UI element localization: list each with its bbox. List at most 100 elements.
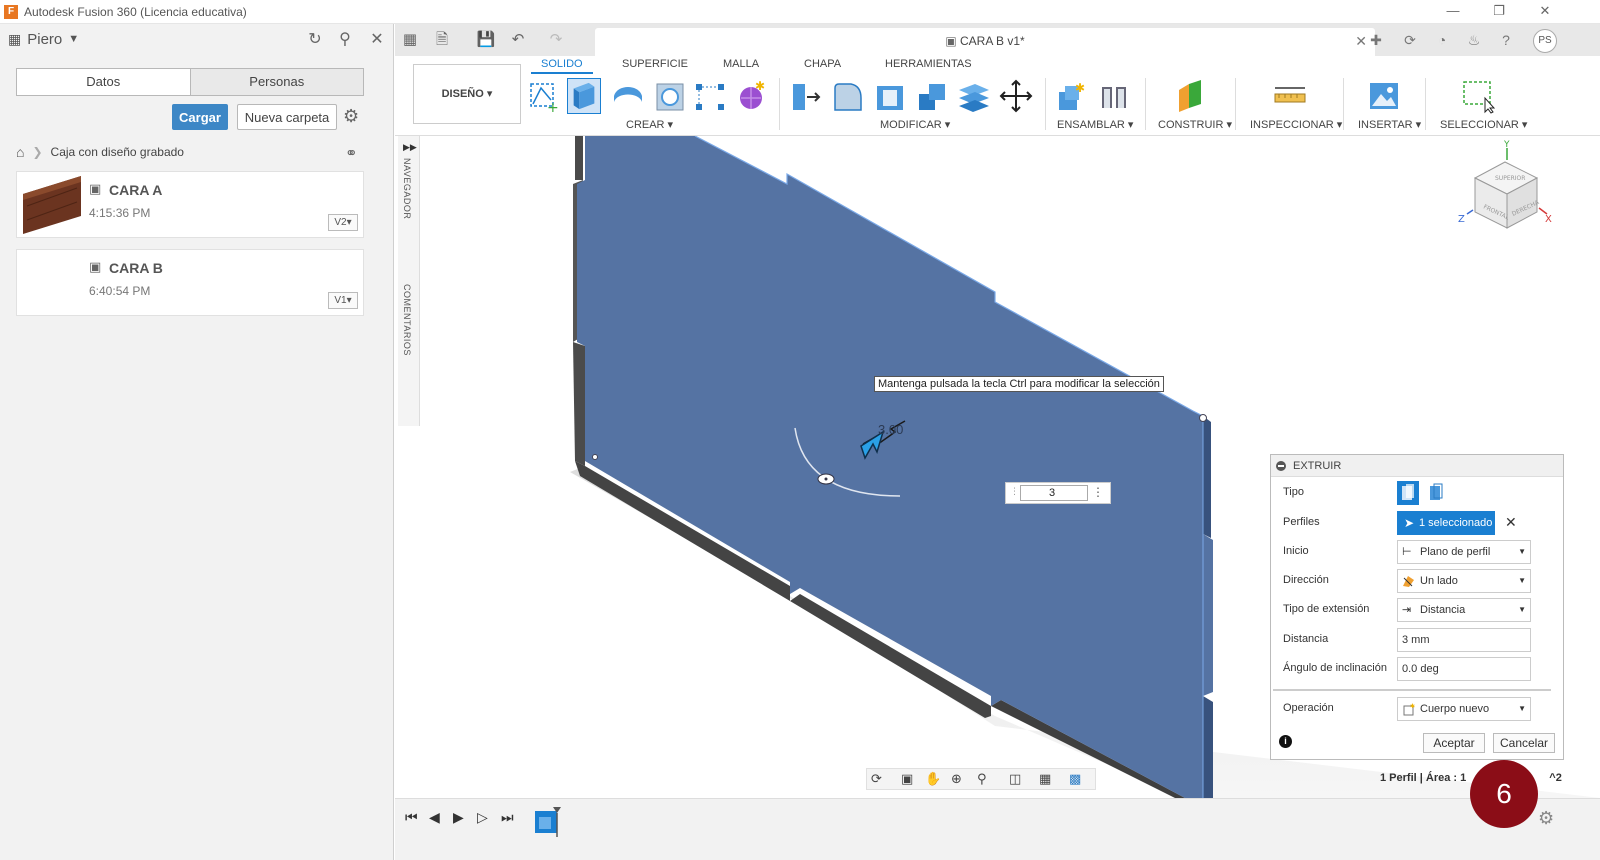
press-pull-icon[interactable] — [789, 78, 823, 114]
vertex-handle[interactable] — [1199, 414, 1207, 422]
crear-menu[interactable]: CREAR ▾ — [626, 118, 673, 131]
data-panel-toggle-icon[interactable]: ▦ — [399, 29, 421, 51]
offset-plane-icon[interactable] — [1173, 78, 1207, 114]
move-icon[interactable] — [999, 78, 1033, 114]
fillet-icon[interactable] — [831, 78, 865, 114]
orbit-icon[interactable]: ⟳ — [871, 771, 882, 787]
inspeccionar-menu[interactable]: INSPECCIONAR ▾ — [1250, 118, 1342, 131]
minimize-icon[interactable]: — — [1430, 0, 1476, 24]
extrude-icon[interactable] — [567, 78, 601, 114]
workspace-design-dropdown[interactable]: DISEÑO ▾ — [413, 64, 521, 124]
collapse-icon[interactable] — [1276, 461, 1286, 471]
navegador-toggle[interactable]: NAVEGADOR — [402, 158, 412, 219]
fit-icon[interactable]: ⚲ — [977, 771, 987, 787]
construir-menu[interactable]: CONSTRUIR ▾ — [1158, 118, 1232, 131]
nueva-carpeta-button[interactable]: Nueva carpeta — [237, 104, 337, 130]
timeline-first-icon[interactable]: ⏮ — [405, 809, 418, 826]
search-icon[interactable]: ⚲ — [334, 29, 356, 51]
direccion-select[interactable]: Un lado ▼ — [1397, 569, 1531, 593]
angulo-input[interactable]: 0.0 deg — [1397, 657, 1531, 681]
viewports-icon[interactable]: ▩ — [1069, 771, 1081, 787]
file-card-cara-a[interactable]: ▣ CARA A 4:15:36 PM V2▾ — [16, 171, 364, 238]
timeline-next-icon[interactable]: ▷ — [477, 809, 488, 826]
tab-solido[interactable]: SOLIDO — [531, 58, 593, 74]
new-tab-icon[interactable]: ✚ — [1365, 29, 1387, 51]
create-form-icon[interactable]: ✱ — [735, 78, 769, 114]
tab-superficie[interactable]: SUPERFICIE — [622, 58, 688, 70]
extensions-icon[interactable]: ⟳ — [1399, 29, 1421, 51]
pattern-icon[interactable] — [693, 78, 727, 114]
timeline-settings-gear-icon[interactable]: ⚙ — [1538, 808, 1554, 829]
distancia-input[interactable]: 3 mm — [1397, 628, 1531, 652]
clear-selection-icon[interactable]: ✕ — [1505, 514, 1517, 531]
aceptar-button[interactable]: Aceptar — [1423, 733, 1485, 753]
zoom-icon[interactable]: ⊕ — [951, 771, 962, 787]
user-avatar[interactable]: PS — [1533, 29, 1557, 53]
tab-chapa[interactable]: CHAPA — [804, 58, 841, 70]
tab-personas[interactable]: Personas — [189, 69, 363, 95]
expand-browser-icon[interactable]: ▶▶ — [403, 142, 417, 153]
apps-grid-icon[interactable]: ▦ — [8, 31, 21, 48]
refresh-icon[interactable]: ↻ — [304, 29, 326, 51]
close-window-icon[interactable]: ✕ — [1522, 0, 1568, 24]
timeline-play-icon[interactable]: ▶ — [453, 809, 464, 826]
grid-icon[interactable]: ▦ — [1039, 771, 1051, 787]
inicio-select[interactable]: ⊢ Plano de perfil ▼ — [1397, 540, 1531, 564]
save-icon[interactable]: 💾 — [475, 29, 497, 51]
seleccionar-menu[interactable]: SELECCIONAR ▾ — [1440, 118, 1527, 131]
file-menu-icon[interactable]: 🗎 — [431, 29, 453, 51]
hole-icon[interactable] — [653, 78, 687, 114]
operacion-select[interactable]: ✱ Cuerpo nuevo ▼ — [1397, 697, 1531, 721]
timeline-extrude-feature-icon[interactable] — [531, 807, 563, 837]
distance-value-field[interactable]: 3 — [1020, 485, 1088, 501]
info-icon[interactable]: i — [1279, 735, 1292, 748]
notifications-bell-icon[interactable]: ♨ — [1463, 29, 1485, 51]
home-icon[interactable]: ⌂ — [16, 144, 24, 160]
version-dropdown[interactable]: V2▾ — [328, 214, 358, 231]
pan-hand-icon[interactable]: ✋ — [925, 771, 941, 787]
ensamblar-menu[interactable]: ENSAMBLAR ▾ — [1057, 118, 1133, 131]
tab-herramientas[interactable]: HERRAMIENTAS — [885, 58, 972, 70]
tipo-extension-select[interactable]: ⇥ Distancia ▼ — [1397, 598, 1531, 622]
tab-datos[interactable]: Datos — [17, 69, 190, 95]
timeline-last-icon[interactable]: ⏭ — [501, 809, 514, 826]
version-dropdown[interactable]: V1▾ — [328, 292, 358, 309]
breadcrumb-project[interactable]: Caja con diseño grabado — [51, 145, 184, 159]
distance-value-input[interactable]: ⋮ 3 ⋮ — [1005, 482, 1111, 504]
insert-image-icon[interactable] — [1367, 78, 1401, 114]
globe-icon[interactable]: ⚭ — [345, 144, 358, 162]
redo-icon[interactable]: ↷ — [545, 29, 567, 51]
settings-gear-icon[interactable]: ⚙ — [343, 106, 359, 127]
modificar-menu[interactable]: MODIFICAR ▾ — [880, 118, 950, 131]
vertex-handle[interactable] — [592, 454, 598, 460]
measure-icon[interactable] — [1273, 78, 1307, 114]
help-icon[interactable]: ? — [1495, 29, 1517, 51]
more-options-icon[interactable]: ⋮ — [1092, 485, 1104, 499]
combine-icon[interactable] — [915, 78, 949, 114]
cancelar-button[interactable]: Cancelar — [1493, 733, 1555, 753]
display-settings-icon[interactable]: ◫ — [1009, 771, 1021, 787]
restore-icon[interactable]: ❐ — [1476, 0, 1522, 24]
select-window-icon[interactable] — [1461, 78, 1495, 114]
cargar-button[interactable]: Cargar — [172, 104, 228, 130]
undo-icon[interactable]: ↶ — [507, 29, 529, 51]
close-panel-icon[interactable]: ✕ — [366, 29, 388, 51]
tab-malla[interactable]: MALLA — [723, 58, 759, 70]
file-card-cara-b[interactable]: ▣ CARA B 6:40:54 PM V1▾ — [16, 249, 364, 316]
document-tab[interactable]: ▣ CARA B v1* ✕ — [595, 28, 1375, 56]
joint-icon[interactable] — [1097, 78, 1131, 114]
extrude-type-thin-icon[interactable] — [1425, 481, 1447, 505]
extrude-dialog-header[interactable]: EXTRUIR — [1271, 455, 1563, 477]
timeline-previous-icon[interactable]: ◀​ — [429, 809, 440, 826]
split-body-icon[interactable] — [957, 78, 991, 114]
profiles-selection-button[interactable]: ➤ 1 seleccionado — [1397, 511, 1495, 535]
user-menu[interactable]: Piero — [27, 31, 62, 48]
extrude-type-solid-icon[interactable] — [1397, 481, 1419, 505]
insertar-menu[interactable]: INSERTAR ▾ — [1358, 118, 1421, 131]
chevron-down-icon[interactable]: ▼ — [68, 33, 79, 45]
shell-icon[interactable] — [873, 78, 907, 114]
view-cube[interactable]: SUPERIOR FRONTAL DERECHA Y X Z — [1455, 140, 1555, 240]
job-status-icon[interactable]: ◔ — [1431, 29, 1453, 51]
new-component-icon[interactable]: ✱ — [1055, 78, 1089, 114]
look-at-icon[interactable]: ▣ — [901, 771, 913, 787]
